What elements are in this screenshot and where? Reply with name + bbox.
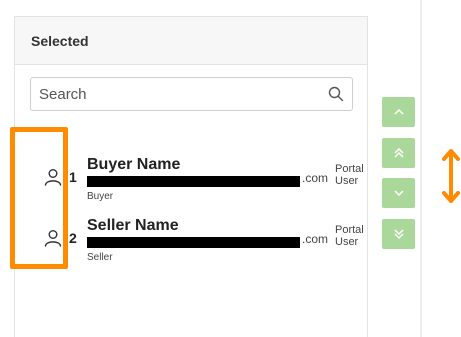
move-down-button[interactable] — [382, 178, 415, 208]
highlight-box — [10, 127, 68, 269]
panel-header: Selected — [15, 17, 367, 65]
vertical-double-arrow-icon — [440, 146, 461, 206]
email-domain: .com — [302, 232, 329, 246]
move-to-top-button[interactable] — [382, 138, 415, 168]
redacted-email — [87, 176, 300, 187]
user-role: Seller — [87, 252, 113, 263]
email-domain: .com — [302, 171, 329, 185]
search-box[interactable] — [30, 77, 353, 111]
chevron-up-icon — [393, 108, 405, 116]
redacted-email — [87, 237, 300, 248]
row-index: 2 — [69, 230, 77, 246]
double-chevron-down-icon — [393, 228, 405, 240]
search-icon[interactable] — [328, 86, 344, 102]
user-type: Portal User — [335, 163, 364, 187]
chevron-down-icon — [393, 189, 405, 197]
double-chevron-up-icon — [393, 147, 405, 159]
list-item[interactable]: 2 Seller Name .com Seller Portal User — [29, 217, 369, 280]
search-input[interactable] — [39, 85, 328, 103]
move-to-bottom-button[interactable] — [382, 219, 415, 249]
user-name: Buyer Name — [87, 156, 181, 173]
list-item[interactable]: 1 Buyer Name .com Buyer Portal User — [29, 156, 369, 219]
row-index: 1 — [69, 169, 77, 185]
panel-title: Selected — [31, 32, 89, 49]
panel-divider — [420, 0, 422, 337]
user-role: Buyer — [87, 191, 114, 202]
user-type: Portal User — [335, 224, 364, 248]
user-name: Seller Name — [87, 217, 179, 234]
move-up-button[interactable] — [382, 97, 415, 127]
